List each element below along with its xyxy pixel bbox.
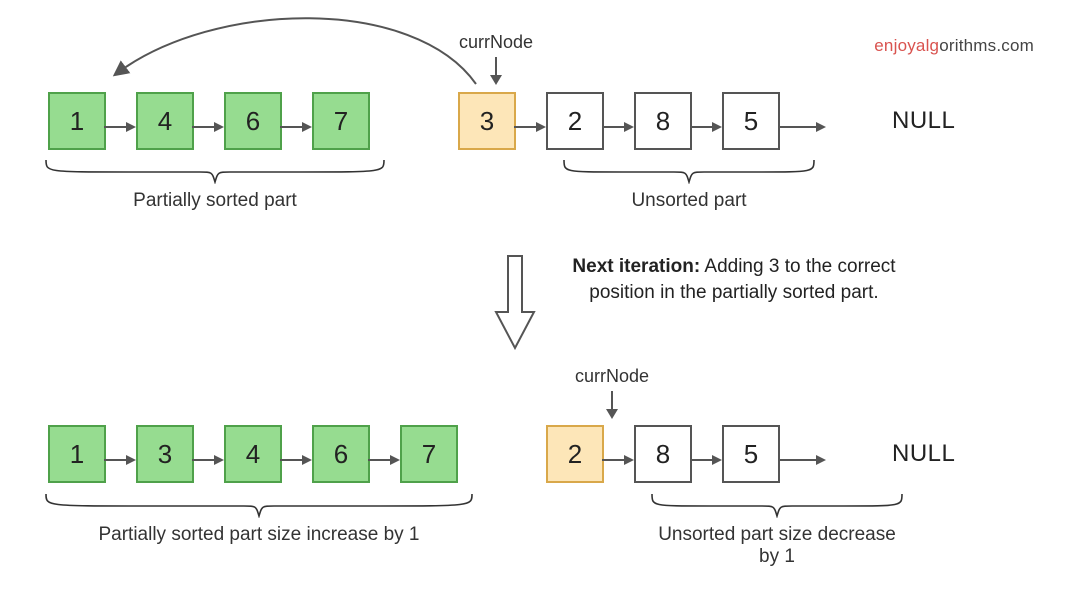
currnode-label-2: currNode bbox=[572, 366, 652, 387]
node-value: 7 bbox=[422, 439, 436, 470]
linked-list-row-2: 1 3 4 6 7 2 8 5 NULL bbox=[48, 425, 1080, 483]
node-value: 5 bbox=[744, 439, 758, 470]
currnode-label-1: currNode bbox=[456, 32, 536, 53]
node-value: 3 bbox=[158, 439, 172, 470]
node-value: 3 bbox=[480, 106, 494, 137]
list-node: 5 bbox=[722, 425, 780, 483]
iteration-bold: Next iteration: bbox=[572, 256, 700, 277]
list-node: 2 bbox=[546, 92, 604, 150]
list-node-curr: 3 bbox=[458, 92, 516, 150]
brace-caption: Unsorted part bbox=[562, 190, 816, 212]
link-arrow-icon bbox=[514, 112, 546, 130]
link-arrow-icon bbox=[280, 445, 312, 463]
node-value: 5 bbox=[744, 106, 758, 137]
link-arrow-icon bbox=[104, 112, 136, 130]
node-value: 8 bbox=[656, 106, 670, 137]
insertion-arc-arrow bbox=[104, 10, 504, 96]
iteration-text: Next iteration: Adding 3 to the correct … bbox=[552, 254, 916, 305]
node-value: 4 bbox=[158, 106, 172, 137]
brand-rest: orithms.com bbox=[939, 36, 1034, 55]
brace-sorted-2: Partially sorted part size increase by 1 bbox=[44, 492, 474, 546]
linked-list-row-1: 1 4 6 7 3 2 8 5 NULL bbox=[48, 92, 1080, 150]
section-gap bbox=[488, 449, 516, 459]
section-gap bbox=[400, 116, 428, 126]
node-value: 2 bbox=[568, 106, 582, 137]
link-arrow-icon bbox=[690, 445, 722, 463]
null-terminator: NULL bbox=[892, 440, 955, 468]
brace-caption: Unsorted part size decrease by 1 bbox=[650, 524, 904, 568]
list-node: 7 bbox=[400, 425, 458, 483]
link-arrow-icon bbox=[192, 112, 224, 130]
brand-label: enjoyalgorithms.com bbox=[874, 36, 1034, 56]
node-value: 2 bbox=[568, 439, 582, 470]
node-value: 8 bbox=[656, 439, 670, 470]
link-arrow-icon bbox=[368, 445, 400, 463]
down-arrow-icon bbox=[484, 55, 508, 87]
currnode-pointer-2: currNode bbox=[572, 366, 652, 421]
link-arrow-icon bbox=[602, 445, 634, 463]
list-node: 6 bbox=[312, 425, 370, 483]
node-value: 1 bbox=[70, 439, 84, 470]
iteration-block: Next iteration: Adding 3 to the correct … bbox=[494, 254, 916, 352]
list-node: 4 bbox=[136, 92, 194, 150]
list-node: 8 bbox=[634, 92, 692, 150]
brace-sorted-1: Partially sorted part bbox=[44, 158, 386, 212]
link-arrow-icon bbox=[690, 112, 722, 130]
node-value: 6 bbox=[246, 106, 260, 137]
null-terminator: NULL bbox=[892, 107, 955, 135]
brace-unsorted-2: Unsorted part size decrease by 1 bbox=[650, 492, 904, 568]
brace-caption: Partially sorted part size increase by 1 bbox=[44, 524, 474, 546]
link-arrow-icon bbox=[778, 112, 826, 130]
node-value: 6 bbox=[334, 439, 348, 470]
list-node: 7 bbox=[312, 92, 370, 150]
down-block-arrow-icon bbox=[494, 254, 536, 352]
list-node: 1 bbox=[48, 425, 106, 483]
list-node: 5 bbox=[722, 92, 780, 150]
link-arrow-icon bbox=[192, 445, 224, 463]
down-arrow-icon bbox=[600, 389, 624, 421]
brace-caption: Partially sorted part bbox=[44, 190, 386, 212]
list-node: 3 bbox=[136, 425, 194, 483]
brace-unsorted-1: Unsorted part bbox=[562, 158, 816, 212]
link-arrow-icon bbox=[280, 112, 312, 130]
list-node: 1 bbox=[48, 92, 106, 150]
link-arrow-icon bbox=[778, 445, 826, 463]
list-node-curr: 2 bbox=[546, 425, 604, 483]
link-arrow-icon bbox=[602, 112, 634, 130]
node-value: 1 bbox=[70, 106, 84, 137]
brand-accent: enjoyalg bbox=[874, 36, 939, 55]
node-value: 7 bbox=[334, 106, 348, 137]
list-node: 4 bbox=[224, 425, 282, 483]
currnode-pointer-1: currNode bbox=[456, 32, 536, 87]
link-arrow-icon bbox=[104, 445, 136, 463]
list-node: 8 bbox=[634, 425, 692, 483]
node-value: 4 bbox=[246, 439, 260, 470]
list-node: 6 bbox=[224, 92, 282, 150]
